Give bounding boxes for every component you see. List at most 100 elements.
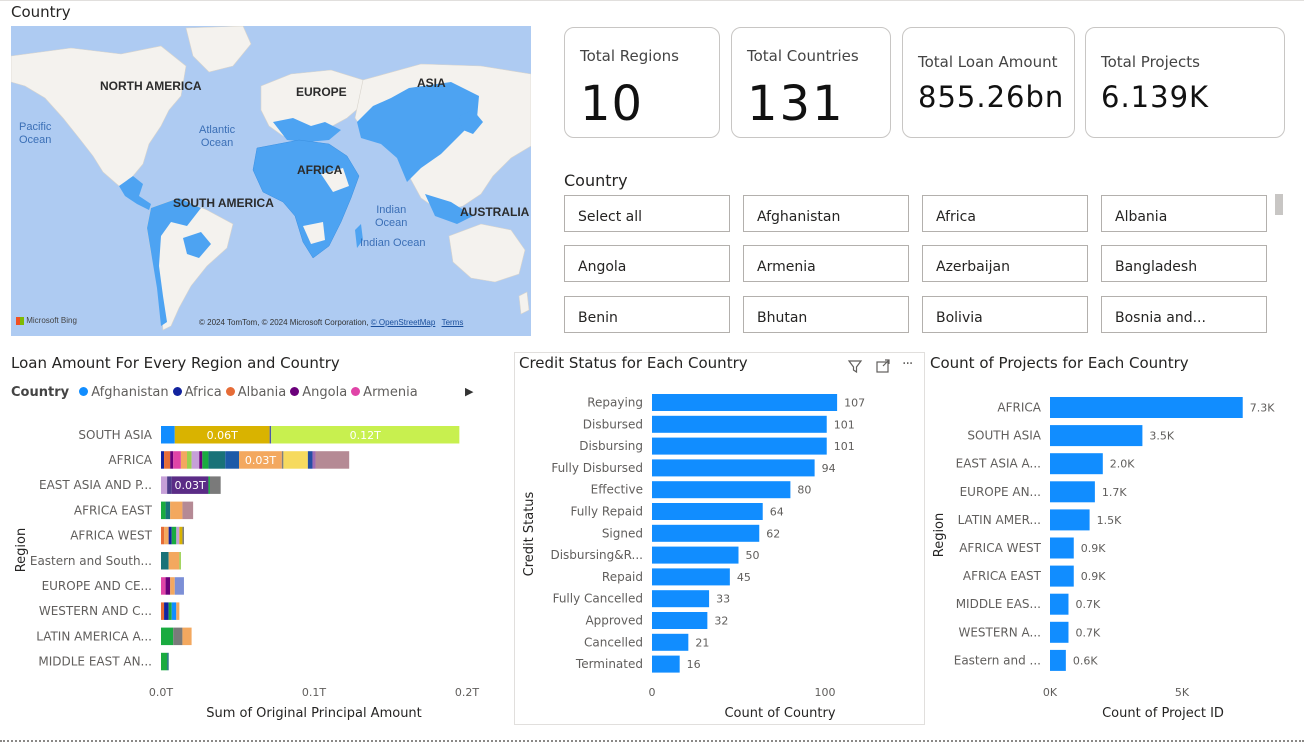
- map-label-south-america: SOUTH AMERICA: [173, 196, 274, 210]
- legend-label: Angola: [302, 385, 348, 400]
- bar: [652, 568, 730, 586]
- more-options-icon[interactable]: ···: [902, 356, 913, 372]
- status-tick-label: Repaid: [602, 570, 643, 584]
- status-tick-label: Disbursed: [583, 417, 643, 431]
- data-label: 1.5K: [1097, 514, 1122, 527]
- card-value: 131: [747, 76, 845, 132]
- bar-segment: [170, 451, 174, 469]
- region-tick-label: MIDDLE EAS...: [956, 597, 1041, 611]
- data-label: 101: [834, 440, 855, 453]
- data-label: 0.9K: [1081, 570, 1106, 583]
- bar-segment: [170, 577, 175, 595]
- x-tick-label: 0: [649, 686, 656, 699]
- slicer-item[interactable]: Bangladesh: [1101, 245, 1267, 282]
- legend-next-icon[interactable]: ▶: [465, 385, 473, 398]
- bar: [1050, 537, 1074, 559]
- slicer-item[interactable]: Bolivia: [922, 296, 1088, 333]
- legend-item[interactable]: Armenia: [351, 385, 418, 400]
- focus-mode-icon[interactable]: [875, 358, 891, 378]
- openstreetmap-link[interactable]: © OpenStreetMap: [371, 318, 436, 327]
- bar-segment: [173, 451, 181, 469]
- credit-chart[interactable]: Repaying 107 Disbursed 101 Disbursing 101 Full…: [515, 380, 920, 722]
- terms-link[interactable]: Terms: [442, 318, 464, 327]
- slicer-item[interactable]: Azerbaijan: [922, 245, 1088, 282]
- bar-segment: [179, 552, 181, 570]
- bar-segment: [182, 501, 194, 520]
- slicer-item[interactable]: Armenia: [743, 245, 909, 282]
- slicer-item[interactable]: Select all: [564, 195, 730, 232]
- data-label: 21: [695, 636, 709, 649]
- bing-logo-text: Microsoft Bing: [26, 316, 77, 325]
- card-title: Total Countries: [747, 47, 859, 65]
- status-tick-label: Repaying: [587, 396, 643, 410]
- bar-segment: [315, 451, 350, 469]
- region-tick-label: WESTERN A...: [958, 625, 1041, 639]
- bar-segment: [225, 451, 240, 469]
- world-map[interactable]: NORTH AMERICA EUROPE ASIA AFRICA SOUTH A…: [11, 26, 531, 336]
- x-tick-label: 100: [815, 686, 836, 699]
- bar: [1050, 509, 1090, 531]
- loan-chart-legend: Country Afghanistan Africa Albania Angola Ar…: [11, 385, 422, 400]
- card-value: 10: [580, 76, 644, 132]
- bar-segment: [199, 451, 203, 469]
- bar-segment: [180, 451, 188, 469]
- map-label-indian-ocean-2: Indian Ocean: [360, 237, 426, 249]
- slicer-item[interactable]: Bhutan: [743, 296, 909, 333]
- legend-item[interactable]: Afghanistan: [79, 385, 169, 400]
- bar-segment: [179, 526, 183, 545]
- slicer-item[interactable]: Bosnia and...: [1101, 296, 1267, 333]
- card-total-loan-amount[interactable]: Total Loan Amount 855.26bn: [902, 27, 1075, 138]
- data-label: 1.7K: [1102, 486, 1127, 499]
- top-border: [0, 0, 1304, 1]
- bar-segment: [164, 526, 169, 545]
- legend-items: Afghanistan Africa Albania Angola Armenia: [79, 385, 421, 400]
- bar-segment: [191, 451, 200, 469]
- legend-item[interactable]: Albania: [225, 385, 286, 400]
- projects-chart-title: Count of Projects for Each Country: [930, 354, 1189, 372]
- data-label: 0.12T: [350, 429, 381, 442]
- slicer-item[interactable]: Angola: [564, 245, 730, 282]
- card-title: Total Projects: [1101, 53, 1200, 71]
- slicer-item[interactable]: Benin: [564, 296, 730, 333]
- data-label: 0.9K: [1081, 542, 1106, 555]
- slicer-item[interactable]: Albania: [1101, 195, 1267, 232]
- slicer-item[interactable]: Afghanistan: [743, 195, 909, 232]
- x-axis-title: Sum of Original Principal Amount: [206, 706, 422, 721]
- slicer-item[interactable]: Africa: [922, 195, 1088, 232]
- legend-dot-icon: [225, 387, 235, 396]
- bar-segment: [168, 526, 172, 545]
- bing-logo: Microsoft Bing: [16, 316, 77, 325]
- data-label: 7.3K: [1250, 402, 1275, 415]
- bottom-divider: [0, 740, 1304, 742]
- bar-segment: [161, 451, 165, 469]
- x-tick-label: 0.2T: [455, 686, 479, 699]
- card-total-projects[interactable]: Total Projects 6.139K: [1085, 27, 1285, 138]
- bar-segment: [187, 451, 192, 469]
- bar: [1050, 453, 1103, 475]
- map-label-asia: ASIA: [417, 76, 446, 90]
- bar-segment: [182, 526, 184, 545]
- card-total-countries[interactable]: Total Countries 131: [731, 27, 891, 138]
- slicer-scrollbar[interactable]: [1275, 194, 1283, 215]
- credit-chart-title: Credit Status for Each Country: [519, 354, 748, 372]
- bar-segment: [209, 476, 221, 494]
- card-total-regions[interactable]: Total Regions 10: [564, 27, 720, 138]
- bar: [652, 481, 791, 499]
- legend-item[interactable]: Angola: [290, 385, 347, 400]
- legend-label: Armenia: [363, 385, 418, 400]
- bar: [652, 415, 827, 433]
- status-tick-label: Approved: [585, 614, 643, 628]
- loan-chart[interactable]: SOUTH ASIA 0.06T 0.12T AFRICA 0.03T EAST ASIA…: [0, 410, 505, 725]
- map-label-atlantic-ocean: Atlantic Ocean: [199, 124, 236, 149]
- legend-item[interactable]: Africa: [172, 385, 222, 400]
- bar: [652, 590, 710, 608]
- projects-chart[interactable]: AFRICA 7.3K SOUTH ASIA 3.5K EAST ASIA A... 2.…: [925, 380, 1295, 722]
- region-tick-label: AFRICA WEST: [959, 541, 1041, 555]
- status-tick-label: Disbursing&R...: [550, 548, 643, 562]
- data-label: 0.03T: [245, 454, 276, 467]
- bar-segment: [171, 526, 177, 545]
- bar: [1050, 649, 1066, 671]
- bar: [1050, 481, 1095, 503]
- filter-icon[interactable]: [847, 358, 863, 378]
- bar-segment: [174, 577, 184, 595]
